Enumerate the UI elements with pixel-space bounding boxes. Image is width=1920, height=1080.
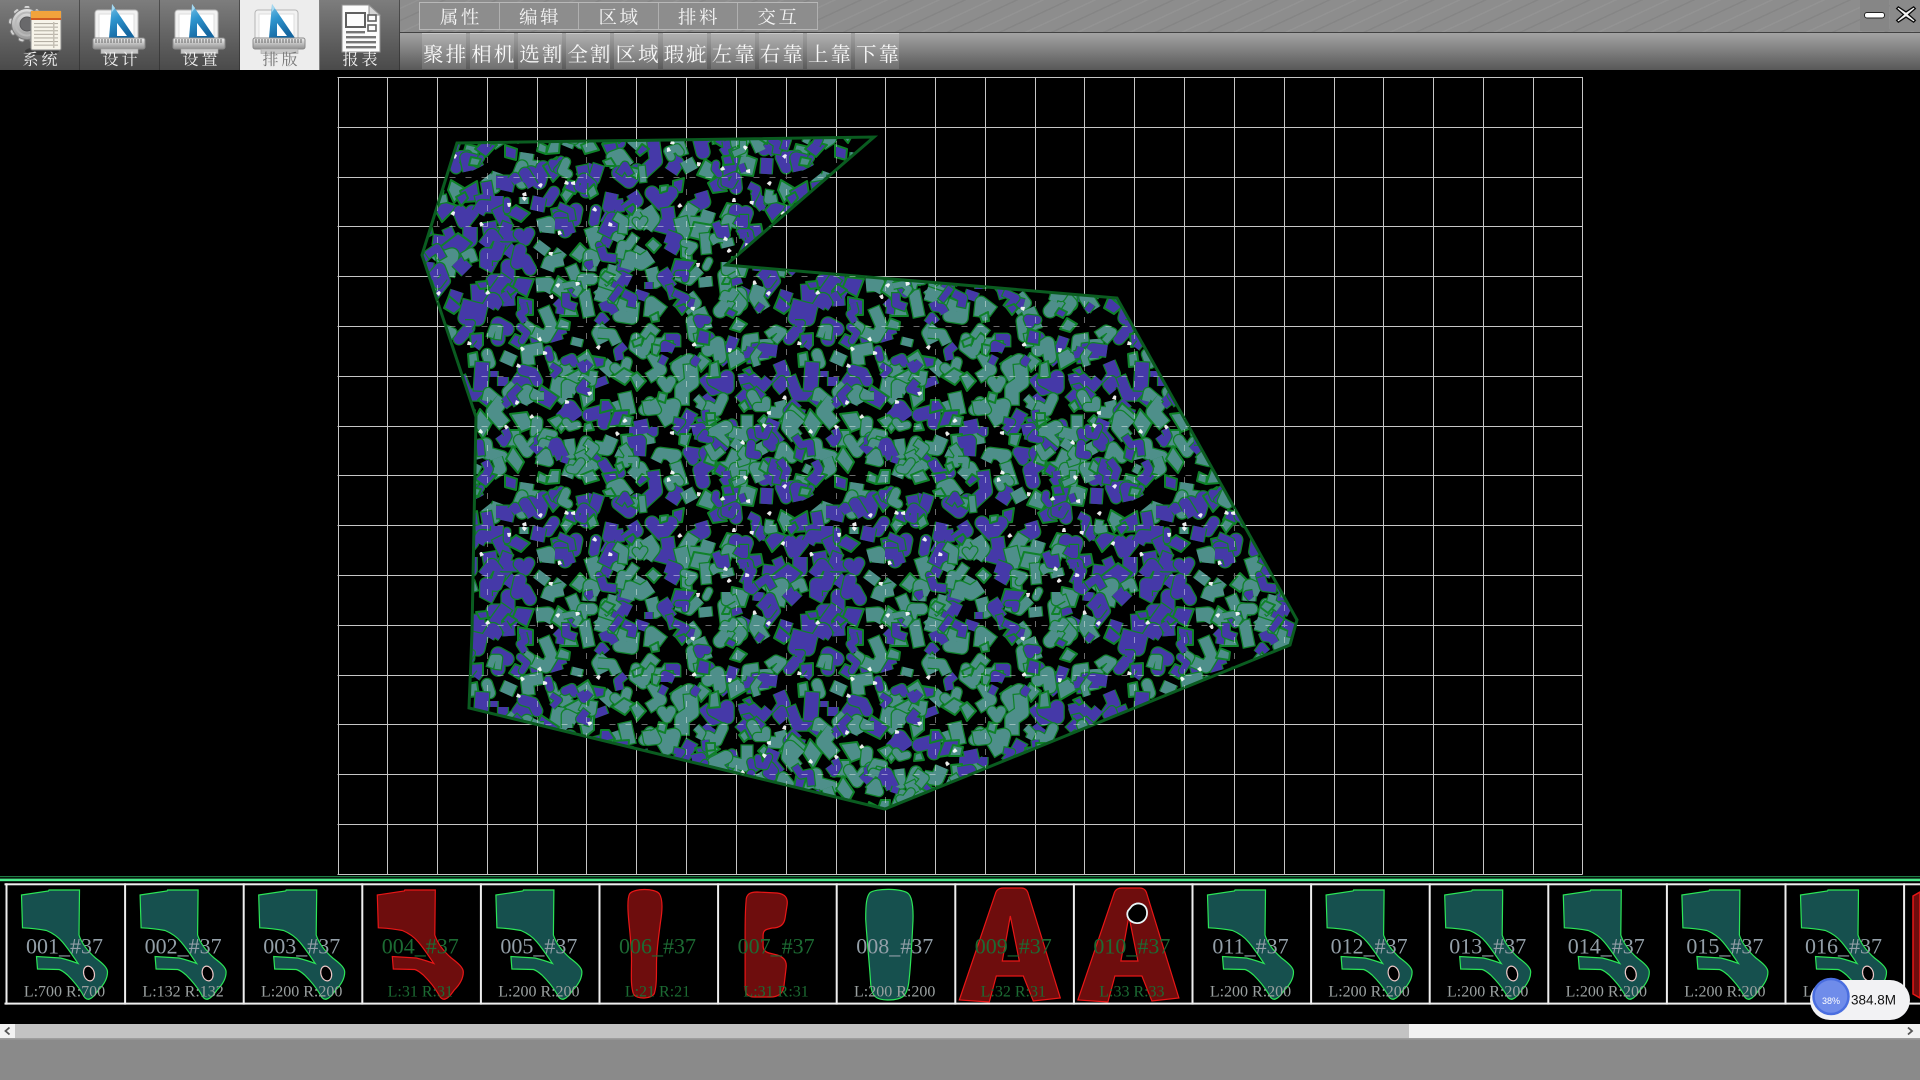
svg-text:006_#37: 006_#37 [619,934,696,959]
svg-text:009_#37: 009_#37 [975,934,1052,959]
svg-text:013_#37: 013_#37 [1449,934,1526,959]
svg-text:008_#37: 008_#37 [856,934,933,959]
svg-text:L:200 R:200: L:200 R:200 [1566,984,1647,1001]
svg-text:L:700 R:700: L:700 R:700 [24,984,105,1001]
svg-text:L:31 R:31: L:31 R:31 [743,984,808,1001]
svg-text:L:200 R:200: L:200 R:200 [1684,984,1765,1001]
svg-text:005_#37: 005_#37 [500,934,577,959]
svg-text:L:200 R:200: L:200 R:200 [1210,984,1291,1001]
svg-text:010_#37: 010_#37 [1093,934,1170,959]
svg-text:011_#37: 011_#37 [1212,934,1288,959]
svg-text:L:200 R:200: L:200 R:200 [1447,984,1528,1001]
svg-text:L:33 R:33: L:33 R:33 [1099,984,1164,1001]
svg-text:L:200 R:200: L:200 R:200 [854,984,935,1001]
svg-text:015_#37: 015_#37 [1686,934,1763,959]
svg-text:L:32 R:31: L:32 R:31 [981,984,1046,1001]
svg-text:38%: 38% [1822,996,1840,1006]
svg-text:L:31 R:31: L:31 R:31 [388,984,453,1001]
svg-text:012_#37: 012_#37 [1331,934,1408,959]
svg-text:L:21 R:21: L:21 R:21 [625,984,690,1001]
svg-text:001_#37: 001_#37 [26,934,103,959]
svg-text:002_#37: 002_#37 [145,934,222,959]
svg-text:L:200 R:200: L:200 R:200 [261,984,342,1001]
svg-text:003_#37: 003_#37 [263,934,340,959]
svg-text:L:200 R:200: L:200 R:200 [498,984,579,1001]
svg-text:016_#37: 016_#37 [1805,934,1882,959]
svg-text:014_#37: 014_#37 [1568,934,1645,959]
svg-text:L:200 R:200: L:200 R:200 [1328,984,1409,1001]
svg-text:007_#37: 007_#37 [738,934,815,959]
svg-text:384.8M: 384.8M [1851,993,1896,1008]
svg-text:004_#37: 004_#37 [382,934,459,959]
svg-text:L:132 R:132: L:132 R:132 [142,984,223,1001]
